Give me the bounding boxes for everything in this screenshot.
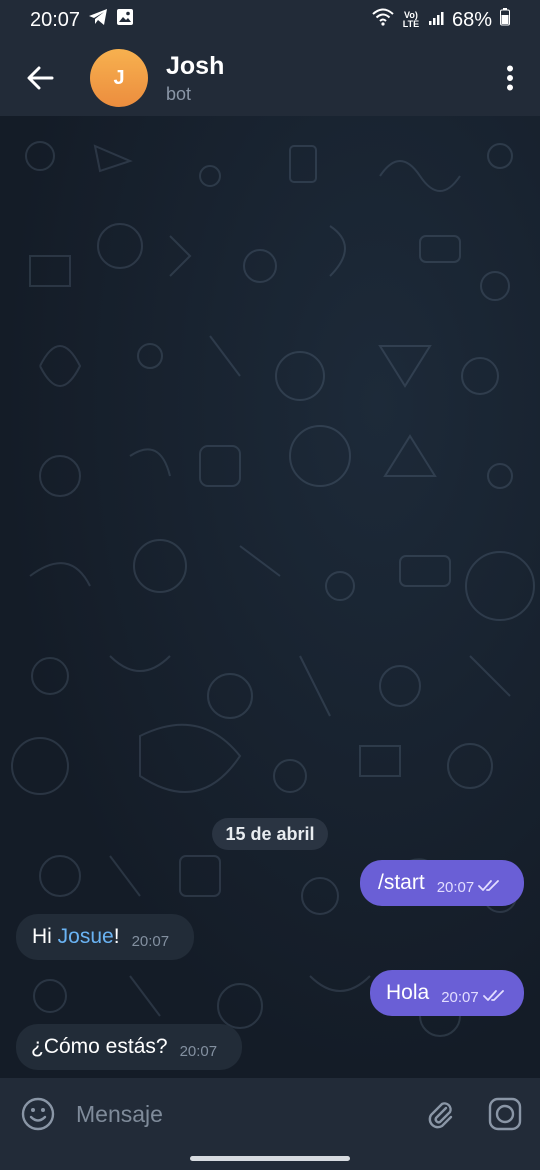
camera-icon <box>488 1097 522 1131</box>
status-bar: 20:07 Vo) LTE 68% <box>0 0 540 40</box>
message-input[interactable] <box>76 1100 410 1128</box>
camera-button[interactable] <box>470 1097 540 1131</box>
clock: 20:07 <box>30 8 81 31</box>
message-bubble-outgoing[interactable]: Hola 20:07 <box>370 970 524 1016</box>
smiley-icon <box>21 1097 55 1131</box>
avatar[interactable]: J <box>90 49 148 107</box>
message-bubble-incoming[interactable]: Hi Josue! 20:07 <box>16 914 194 960</box>
message-text: Hola <box>386 981 430 1004</box>
message-time: 20:07 <box>131 932 170 950</box>
gallery-icon <box>116 8 134 32</box>
telegram-icon <box>88 8 108 32</box>
wifi-icon <box>372 8 394 32</box>
double-check-icon <box>478 875 502 899</box>
message-bubble-outgoing[interactable]: /start 20:07 <box>360 860 524 906</box>
chat-header: J Josh bot <box>0 40 540 116</box>
signal-icon <box>428 9 444 32</box>
message-input-bar <box>0 1078 540 1150</box>
double-check-icon <box>482 985 507 1009</box>
message-time: 20:07 <box>436 878 475 896</box>
chat-subtitle: bot <box>166 83 192 104</box>
battery-percent: 68% <box>451 8 492 31</box>
more-vert-icon <box>507 65 513 91</box>
message-time: 20:07 <box>179 1042 218 1060</box>
chat-area[interactable]: 15 de abril /start 20:07 Hi Josue! 20:07… <box>0 116 540 1078</box>
home-indicator[interactable] <box>190 1156 350 1161</box>
battery-icon <box>500 8 510 32</box>
more-options-button[interactable] <box>480 40 540 116</box>
chat-title-area[interactable]: Josh bot <box>166 52 480 105</box>
arrow-left-icon <box>27 66 54 90</box>
navigation-bar <box>0 1150 540 1170</box>
back-button[interactable] <box>0 40 80 116</box>
mention-link[interactable]: Josue <box>58 925 114 948</box>
message-bubble-incoming[interactable]: ¿Cómo estás? 20:07 <box>16 1024 242 1070</box>
lte-icon: Vo) LTE <box>402 10 420 29</box>
chat-name: Josh <box>166 51 225 80</box>
attach-button[interactable] <box>410 1098 470 1130</box>
message-text: /start <box>378 871 425 894</box>
message-text: Hi Josue! <box>32 925 120 948</box>
date-separator: 15 de abril <box>212 818 328 850</box>
emoji-button[interactable] <box>0 1097 76 1131</box>
paperclip-icon <box>428 1102 453 1129</box>
message-time: 20:07 <box>441 988 479 1006</box>
message-text: ¿Cómo estás? <box>31 1035 168 1058</box>
